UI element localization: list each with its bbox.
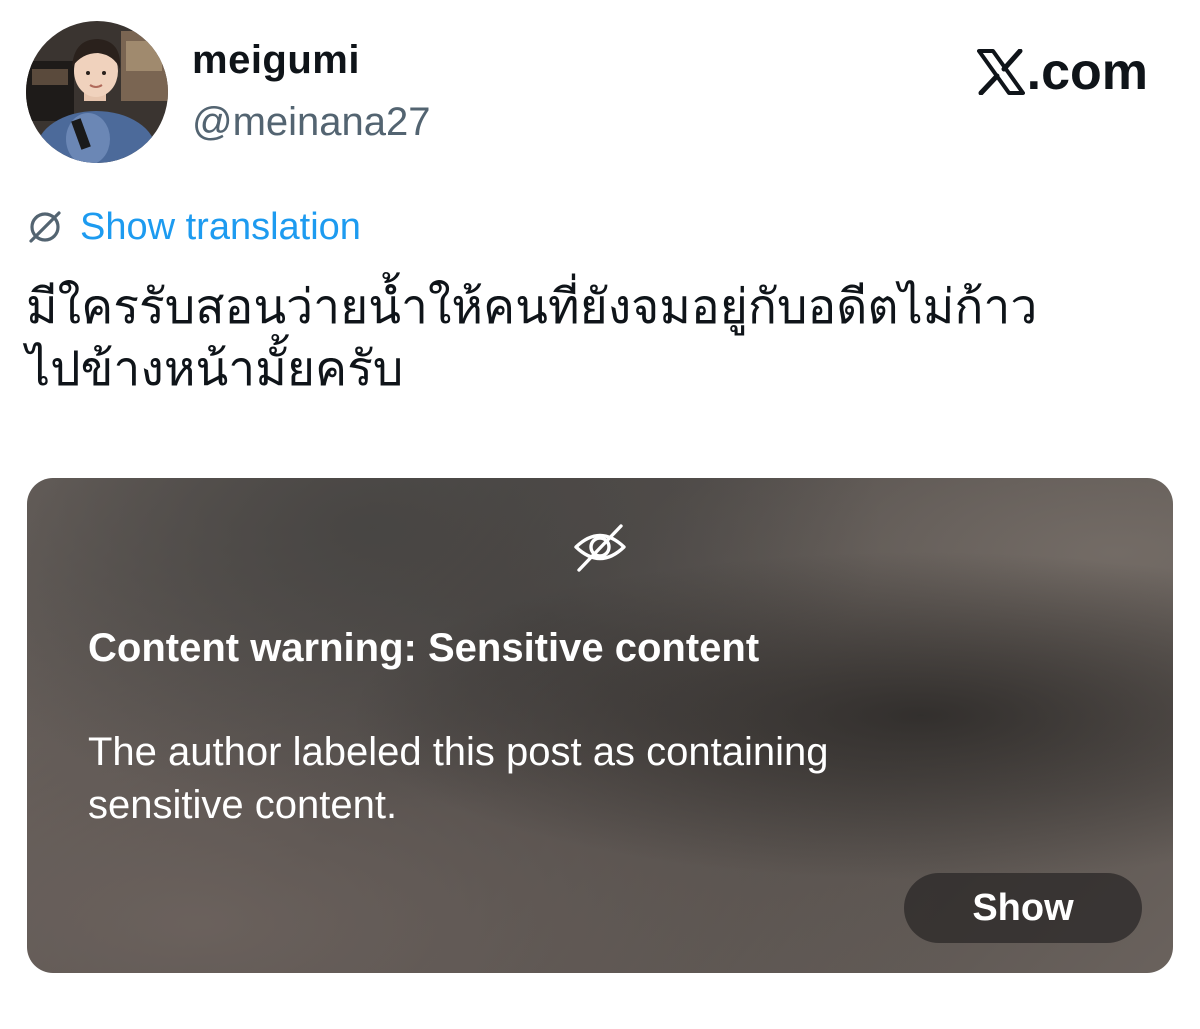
show-sensitive-button[interactable]: Show: [904, 873, 1142, 943]
brand-domain: .com: [1026, 43, 1148, 101]
globe-slash-icon: [29, 211, 61, 243]
post-text-line: ไปข้างหน้ามั้ยครับ: [26, 341, 404, 397]
user-handle[interactable]: @meinana27: [192, 98, 431, 146]
x-logo-icon: [976, 49, 1025, 95]
avatar[interactable]: [26, 21, 168, 163]
post-text-line: มีใครรับสอนว่ายน้ำให้คนที่ยังจมอยู่กับอด…: [26, 279, 1038, 335]
profile-photo: [26, 21, 168, 163]
content-warning-title: Content warning: Sensitive content: [88, 626, 760, 670]
post-text: มีใครรับสอนว่ายน้ำให้คนที่ยังจมอยู่กับอด…: [26, 276, 1156, 400]
display-name[interactable]: meigumi: [192, 36, 360, 84]
post-screenshot: meigumi @meinana27 .com Show translation…: [0, 0, 1200, 1029]
brand-logo: .com: [976, 43, 1148, 101]
content-warning-body: The author labeled this post as containi…: [88, 730, 829, 827]
sensitive-media-card: Content warning: Sensitive content The a…: [27, 478, 1173, 973]
show-translation-label[interactable]: Show translation: [80, 204, 361, 250]
eye-slash-icon: [574, 524, 626, 572]
show-translation-link[interactable]: Show translation: [26, 204, 361, 250]
